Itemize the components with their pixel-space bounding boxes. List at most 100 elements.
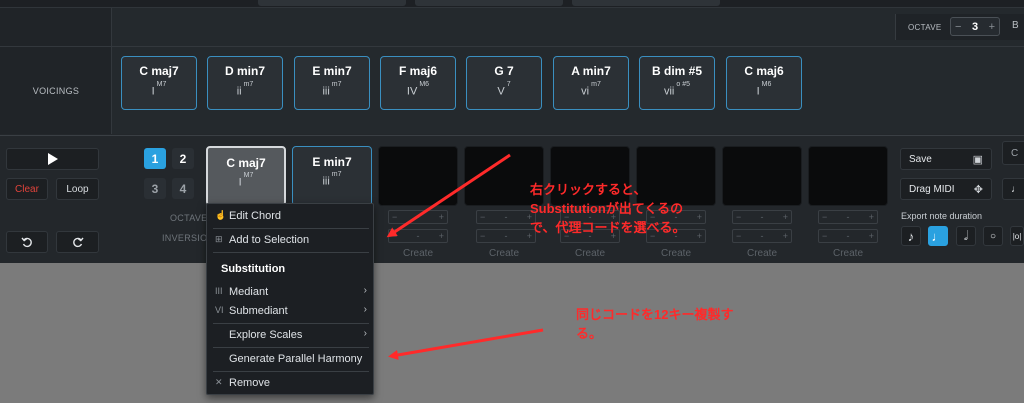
redo-icon [72,237,84,248]
octave-stepper[interactable]: − - + [818,210,878,224]
eighth-note-button[interactable]: ♪ [901,226,921,246]
voicing-chord-card[interactable]: B dim #5 viio #5 [639,56,715,110]
app-window: VOICINGS OCTAVE − 3 + B C maj7 IM7 D min… [0,0,1024,263]
menu-separator [213,252,369,253]
note-preview-button[interactable]: ♩ [1002,178,1024,200]
top-strip-control[interactable] [572,0,720,6]
undo-icon [21,237,32,248]
menu-separator [213,371,369,372]
octave-plus-button[interactable]: + [989,21,995,33]
undo-button[interactable] [6,231,48,253]
clipped-icon: C [1011,147,1019,159]
hand-pointer-icon: ☝ [215,210,227,220]
voicing-chord-card[interactable]: C maj6 IM6 [726,56,802,110]
menu-submediant[interactable]: VI Submediant › [207,301,373,321]
create-label[interactable]: Create [474,248,534,259]
save-label: Save [909,153,932,165]
annotation-substitution: 右クリックすると、 Substitutionが出てくるの で、代理コードを選べる… [530,182,686,235]
half-note-icon: 𝅗𝅥 [963,228,969,243]
voicing-chord-card[interactable]: C maj7 IM7 [121,56,197,110]
move-icon: ✥ [973,184,983,196]
chord-roman: IVM6 [406,81,430,98]
chevron-right-icon: › [363,304,367,315]
mediant-prefix: III [215,286,223,296]
whole-note-button[interactable]: ○ [983,226,1003,246]
chord-roman: IM6 [756,81,772,98]
page-3-button[interactable]: 3 [144,178,166,199]
page-4-button[interactable]: 4 [172,178,194,199]
menu-explore-scales[interactable]: Explore Scales › [207,325,373,345]
context-menu: ☝ Edit Chord ⊞ Add to Selection Substitu… [206,203,374,395]
clear-button[interactable]: Clear [6,178,48,200]
menu-add-to-selection[interactable]: ⊞ Add to Selection [207,230,373,250]
menu-mediant[interactable]: III Mediant › [207,282,373,302]
octave-stepper[interactable]: − 3 + [950,17,1000,36]
top-strip-control[interactable] [415,0,563,6]
chord-roman: iim7 [236,81,254,98]
menu-generate-parallel-harmony[interactable]: Generate Parallel Harmony [207,349,373,369]
progression-slot-empty[interactable] [378,146,458,206]
top-strip [0,0,1024,8]
divider [112,46,1024,47]
quarter-note-icon: ♩ [931,228,945,244]
menu-remove[interactable]: ✕ Remove [207,373,373,393]
create-label[interactable]: Create [818,248,878,259]
clipped-button[interactable]: C [1002,141,1024,165]
substitution-heading: Substitution [221,263,286,275]
inversion-stepper[interactable]: − - + [388,229,448,243]
quarter-note-button[interactable]: ♩ [928,226,948,246]
voicing-chord-card[interactable]: E min7 iiim7 [294,56,370,110]
play-icon [47,153,58,165]
create-label[interactable]: Create [560,248,620,259]
menu-edit-chord[interactable]: ☝ Edit Chord [207,206,373,226]
play-button[interactable] [6,148,99,170]
octave-stepper[interactable]: − - + [476,210,536,224]
create-label[interactable]: Create [732,248,792,259]
chord-name: F maj6 [398,64,437,78]
octave-stepper[interactable]: − - + [388,210,448,224]
voicing-chord-card[interactable]: D min7 iim7 [207,56,283,110]
page-1-button[interactable]: 1 [144,148,166,169]
menu-separator [213,228,369,229]
eighth-note-icon: ♪ [907,228,915,244]
chord-name: C maj6 [744,64,784,78]
chord-name: D min7 [224,64,265,78]
chevron-right-icon: › [363,285,367,296]
page-2-button[interactable]: 2 [172,148,194,169]
voicing-chord-card[interactable]: A min7 vim7 [553,56,629,110]
loop-button[interactable]: Loop [56,178,99,200]
progression-slot-empty[interactable] [808,146,888,206]
redo-button[interactable] [56,231,99,253]
progression-slot-empty[interactable] [722,146,802,206]
chord-roman: IM7 [151,81,167,98]
top-strip-control[interactable] [258,0,406,6]
truncated-label: B [1012,20,1019,31]
inversion-stepper[interactable]: − - + [818,229,878,243]
submediant-prefix: VI [215,305,224,315]
chord-roman: IM7 [238,172,254,189]
inversion-stepper[interactable]: − - + [732,229,792,243]
quarter-note-icon: ♩ [1011,183,1021,195]
voicing-chord-card[interactable]: G 7 V7 [466,56,542,110]
progression-slot-1[interactable]: C maj7 IM7 [206,146,286,206]
chord-roman: V7 [497,81,511,98]
whole-note-icon: ○ [989,230,997,242]
add-box-icon: ⊞ [215,234,223,244]
octave-control: OCTAVE − 3 + B [895,14,1024,40]
inversion-stepper[interactable]: − - + [476,229,536,243]
chord-name: G 7 [494,64,514,78]
double-note-button[interactable]: |o| [1010,226,1024,246]
create-label[interactable]: Create [388,248,448,259]
octave-stepper[interactable]: − - + [732,210,792,224]
half-note-button[interactable]: 𝅗𝅥 [956,226,976,246]
chord-name: B dim #5 [651,64,702,78]
chord-roman: vim7 [581,81,601,98]
chord-name: E min7 [312,155,352,169]
drag-midi-button[interactable]: Drag MIDI ✥ [900,178,992,200]
chord-roman: iiim7 [322,81,342,98]
octave-minus-button[interactable]: − [955,21,961,33]
voicing-chord-card[interactable]: F maj6 IVM6 [380,56,456,110]
create-label[interactable]: Create [646,248,706,259]
save-button[interactable]: Save ▣ [900,148,992,170]
progression-slot-2[interactable]: E min7 iiim7 [292,146,372,206]
